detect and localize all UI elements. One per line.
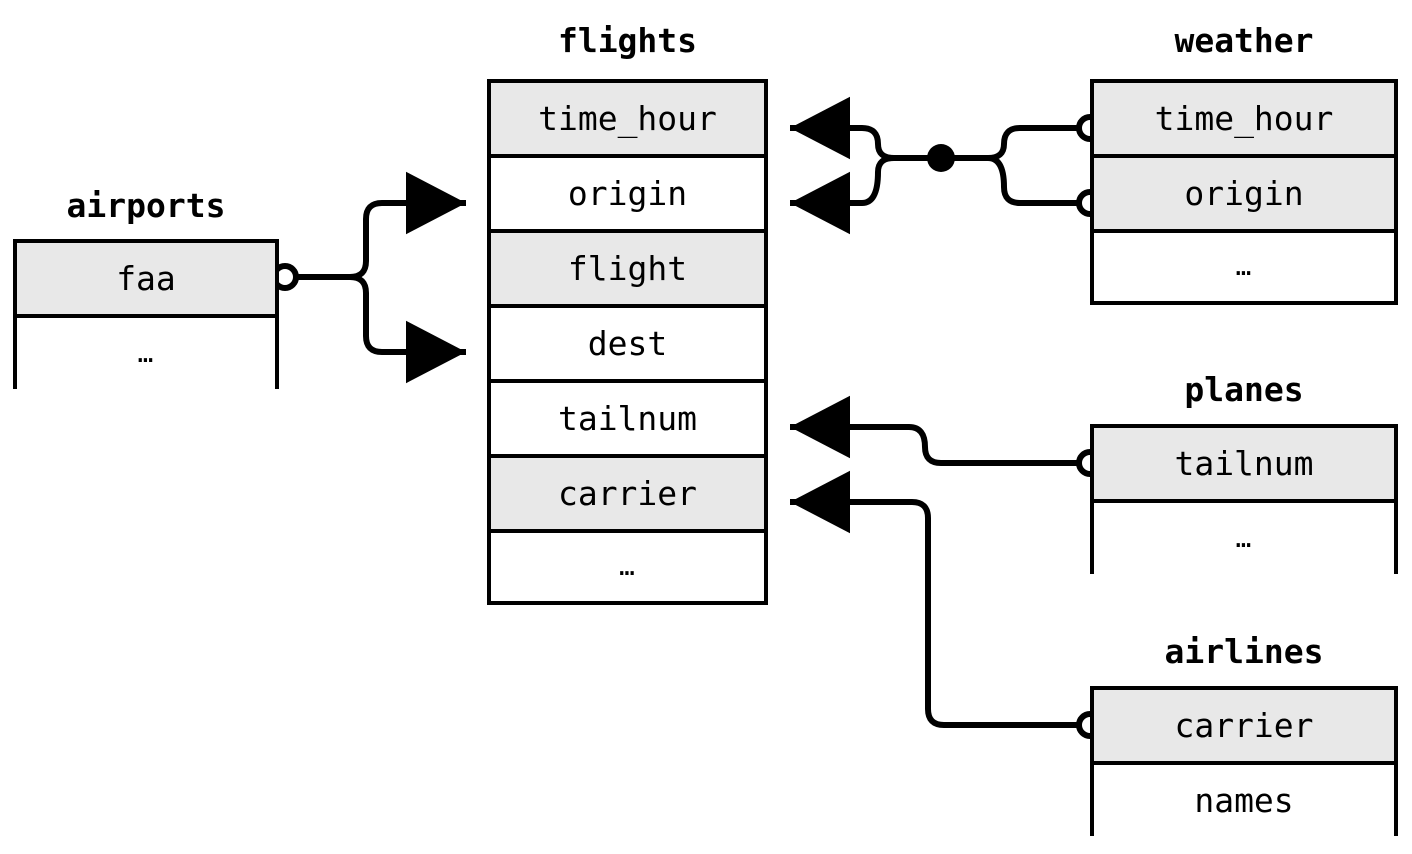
table-weather: weather time_hour origin …: [1090, 24, 1398, 305]
field-airlines-names[interactable]: names: [1094, 765, 1394, 836]
table-box-airlines: carrier names: [1090, 686, 1398, 836]
field-label: origin: [1184, 174, 1304, 213]
field-label: …: [1235, 523, 1253, 554]
field-label: …: [619, 552, 636, 582]
table-planes: planes tailnum …: [1090, 373, 1398, 574]
field-flights-dest[interactable]: dest: [491, 308, 764, 383]
field-label: faa: [116, 259, 176, 298]
field-airlines-carrier[interactable]: carrier: [1094, 690, 1394, 765]
field-label: dest: [587, 324, 668, 363]
table-box-airports: faa …: [13, 239, 279, 389]
field-label: origin: [567, 174, 688, 213]
junction-dot-weather: [927, 144, 955, 172]
table-box-weather: time_hour origin …: [1090, 79, 1398, 305]
field-label: time_hour: [538, 99, 717, 138]
table-box-planes: tailnum …: [1090, 424, 1398, 574]
connector-airlines-flights: [790, 470, 1104, 739]
field-label: names: [1194, 781, 1294, 820]
connector-planes-flights: [790, 395, 1104, 477]
table-flights: flights time_hour origin flight dest tai…: [487, 24, 768, 605]
er-diagram-canvas: airports faa … flights time_hour origin …: [0, 0, 1412, 854]
field-weather-origin[interactable]: origin: [1094, 158, 1394, 233]
field-label: carrier: [1174, 706, 1314, 745]
table-title-airports: airports: [66, 186, 226, 225]
table-airlines: airlines carrier names: [1090, 635, 1398, 836]
field-label: …: [1235, 252, 1253, 282]
table-box-flights: time_hour origin flight dest tailnum car…: [487, 79, 768, 605]
connector-weather-flights: [790, 96, 1104, 235]
field-label: time_hour: [1154, 99, 1334, 138]
field-label: tailnum: [557, 399, 698, 438]
field-planes-tailnum[interactable]: tailnum: [1094, 428, 1394, 503]
field-airports-more: …: [17, 318, 275, 389]
field-flights-origin[interactable]: origin: [491, 158, 764, 233]
field-flights-flight[interactable]: flight: [491, 233, 764, 308]
field-flights-time-hour[interactable]: time_hour: [491, 83, 764, 158]
field-flights-carrier[interactable]: carrier: [491, 458, 764, 533]
field-weather-more: …: [1094, 233, 1394, 301]
field-weather-time-hour[interactable]: time_hour: [1094, 83, 1394, 158]
table-title-weather: weather: [1174, 21, 1314, 60]
table-title-airlines: airlines: [1164, 632, 1324, 671]
connector-airports-flights: [271, 171, 466, 384]
field-flights-tailnum[interactable]: tailnum: [491, 383, 764, 458]
table-title-flights: flights: [557, 21, 698, 60]
table-airports: airports faa …: [13, 189, 279, 389]
field-flights-more: …: [491, 533, 764, 601]
field-label: tailnum: [1174, 444, 1314, 483]
field-airports-faa[interactable]: faa: [17, 243, 275, 318]
table-title-planes: planes: [1184, 370, 1304, 409]
field-planes-more: …: [1094, 503, 1394, 574]
field-label: …: [137, 338, 155, 369]
field-label: flight: [567, 249, 688, 288]
field-label: carrier: [557, 474, 698, 513]
